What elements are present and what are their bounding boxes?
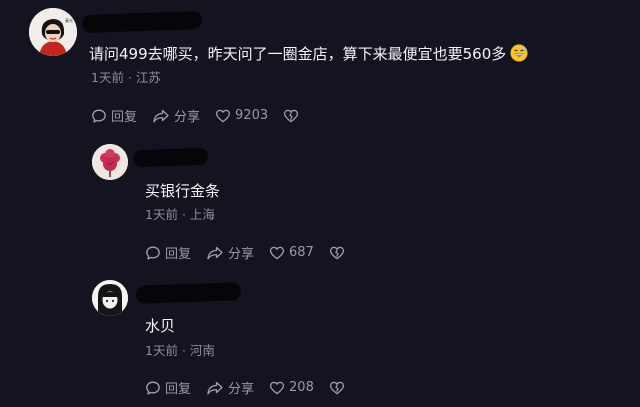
share-label: 分享	[228, 247, 255, 262]
comment-time: 1天前	[145, 207, 178, 222]
svg-text:春光: 春光	[65, 17, 73, 23]
comment-location: 上海	[189, 207, 215, 222]
like-count: 687	[289, 245, 314, 260]
comment-location: 江苏	[135, 70, 161, 85]
share-arrow-icon	[153, 109, 169, 122]
comment-3-meta: 1天前 · 河南	[145, 343, 215, 359]
reply-button[interactable]: 回复	[145, 243, 191, 262]
comment-1-actions: 回复 分享 9203	[91, 106, 318, 125]
share-label: 分享	[174, 110, 201, 125]
redacted-username-3	[135, 282, 242, 304]
share-button[interactable]: 分享	[206, 243, 254, 262]
dark-hair-girl-avatar-icon	[92, 280, 128, 316]
redacted-username-2	[132, 147, 209, 168]
chat-bubble-icon	[146, 381, 160, 395]
red-flower-avatar-icon	[92, 144, 128, 180]
share-button[interactable]: 分享	[152, 106, 200, 125]
broken-heart-icon	[329, 246, 344, 259]
beaming-sweat-emoji-icon	[510, 44, 528, 67]
reply-label: 回复	[165, 247, 192, 262]
broken-heart-icon	[329, 381, 344, 394]
comment-time: 1天前	[91, 70, 124, 85]
heart-icon	[269, 246, 285, 259]
comment-3-text: 水贝	[145, 317, 176, 335]
comment-2-text: 买银行金条	[145, 182, 221, 200]
like-button[interactable]: 687	[269, 245, 314, 261]
reply-button[interactable]: 回复	[91, 106, 137, 125]
comment-1-meta: 1天前 · 江苏	[91, 70, 161, 86]
avatar-user-3[interactable]	[92, 280, 128, 316]
comment-location: 河南	[189, 343, 215, 358]
avatar-user-1[interactable]: 春光	[29, 8, 77, 56]
share-label: 分享	[228, 382, 255, 397]
comment-1-text: 请问499去哪买，昨天问了一圈金店，算下来最便宜也要560多	[89, 44, 528, 67]
portrait-avatar-icon: 春光	[29, 8, 77, 56]
chat-bubble-icon	[92, 109, 106, 123]
like-button[interactable]: 208	[269, 380, 314, 396]
heart-icon	[215, 109, 231, 122]
reply-label: 回复	[165, 382, 192, 397]
avatar-user-2[interactable]	[92, 144, 128, 180]
like-button[interactable]: 9203	[215, 108, 268, 124]
dislike-button[interactable]	[329, 245, 349, 261]
redacted-username-1	[81, 10, 203, 34]
chat-bubble-icon	[146, 246, 160, 260]
share-arrow-icon	[207, 381, 223, 394]
comment-3-actions: 回复 分享 208	[145, 378, 364, 397]
heart-icon	[269, 381, 285, 394]
dislike-button[interactable]	[329, 380, 349, 396]
comment-2-actions: 回复 分享 687	[145, 243, 364, 262]
meta-separator: ·	[181, 207, 186, 222]
reply-button[interactable]: 回复	[145, 378, 191, 397]
share-arrow-icon	[207, 246, 223, 259]
broken-heart-icon	[284, 109, 299, 122]
reply-label: 回复	[111, 110, 138, 125]
meta-separator: ·	[127, 70, 132, 85]
comment-2-meta: 1天前 · 上海	[145, 207, 215, 223]
share-button[interactable]: 分享	[206, 378, 254, 397]
dislike-button[interactable]	[283, 108, 303, 124]
like-count: 9203	[235, 108, 269, 123]
comment-time: 1天前	[145, 343, 178, 358]
like-count: 208	[289, 380, 314, 395]
meta-separator: ·	[181, 343, 186, 358]
